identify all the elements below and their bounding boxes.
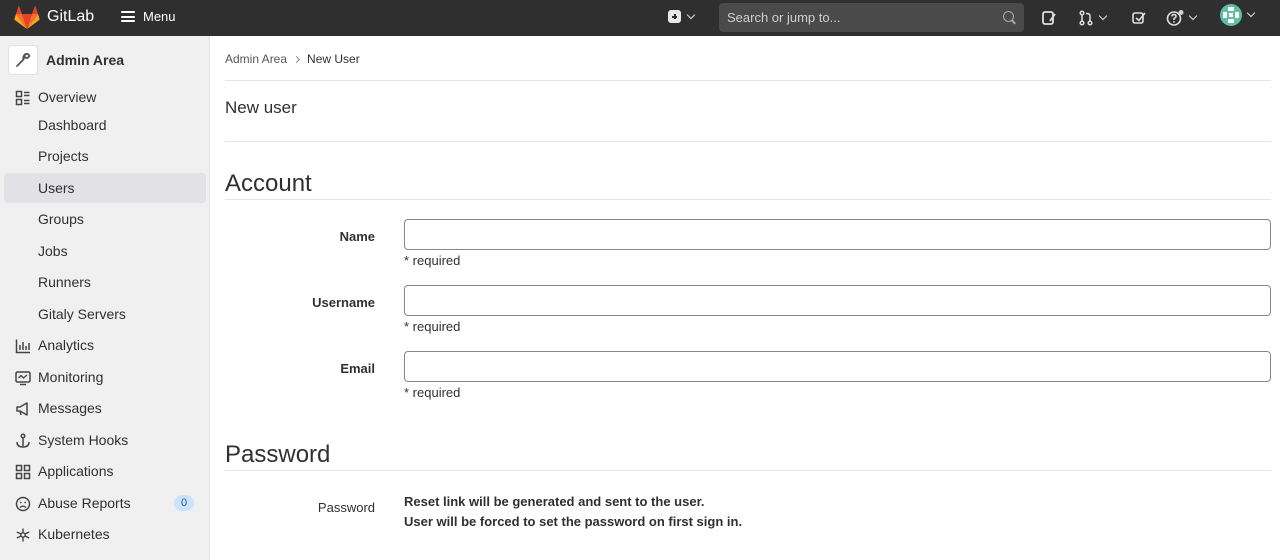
todo-checkbox-icon — [1132, 12, 1146, 24]
issues-icon — [1042, 11, 1056, 25]
username-label: Username — [312, 295, 375, 310]
sidebar-item-label: Kubernetes — [38, 526, 110, 542]
analytics-icon — [15, 339, 30, 354]
name-field[interactable] — [404, 219, 1271, 250]
messages-icon — [16, 402, 28, 416]
sidebar-item-abuse-reports[interactable]: Abuse Reports 0 — [4, 488, 206, 518]
sidebar-item-label: Users — [38, 180, 75, 196]
sidebar-item-applications[interactable]: Applications — [4, 456, 206, 486]
sidebar-item-label: Runners — [38, 274, 91, 290]
divider — [225, 199, 1271, 200]
sidebar-item-label: Messages — [38, 400, 102, 416]
sidebar-item-label: System Hooks — [38, 432, 129, 448]
hamburger-icon — [121, 11, 135, 22]
sidebar-item-label: Groups — [38, 211, 84, 227]
divider — [225, 80, 1271, 81]
email-field[interactable] — [404, 351, 1271, 382]
kubernetes-icon — [16, 528, 30, 542]
menu-label: Menu — [143, 9, 176, 24]
sidebar: Admin Area Overview Dashboard Projects U… — [0, 36, 210, 560]
sidebar-item-users[interactable]: Users — [4, 173, 206, 203]
sidebar-item-label: Monitoring — [38, 369, 104, 385]
username-field[interactable] — [404, 285, 1271, 316]
search-box — [719, 3, 1024, 32]
chevron-down-icon — [686, 10, 696, 19]
sidebar-item-label: Overview — [38, 89, 97, 105]
sidebar-item-overview[interactable]: Overview — [4, 82, 206, 112]
sidebar-item-gitaly-servers[interactable]: Gitaly Servers — [4, 299, 206, 329]
monitoring-icon — [15, 371, 31, 386]
brand-name[interactable]: GitLab — [47, 8, 94, 26]
sidebar-item-analytics[interactable]: Analytics — [4, 330, 206, 360]
name-label: Name — [339, 229, 375, 244]
count-badge: 0 — [174, 495, 194, 511]
wrench-icon — [16, 53, 31, 67]
divider — [225, 470, 1271, 471]
sidebar-item-monitoring[interactable]: Monitoring — [4, 362, 206, 392]
top-navbar: GitLab Menu — [0, 0, 1280, 36]
search-icon — [1003, 11, 1014, 22]
todos-button[interactable] — [1131, 10, 1147, 26]
sidebar-item-label: Abuse Reports — [38, 495, 131, 511]
breadcrumb-current[interactable]: New User — [307, 52, 360, 66]
email-label: Email — [340, 361, 375, 376]
sidebar-item-kubernetes[interactable]: Kubernetes — [4, 519, 206, 549]
password-info-line-2: User will be forced to set the password … — [404, 514, 743, 529]
sidebar-item-label: Applications — [38, 463, 114, 479]
password-section-title: Password — [225, 441, 331, 468]
issues-button[interactable] — [1041, 10, 1057, 26]
page-title: New user — [225, 98, 297, 117]
chevron-right-icon — [293, 55, 301, 63]
applications-icon — [15, 464, 31, 480]
help-button[interactable] — [1166, 10, 1198, 26]
sidebar-item-runners[interactable]: Runners — [4, 267, 206, 297]
sidebar-item-label: Jobs — [38, 243, 68, 259]
sidebar-item-label: Dashboard — [38, 117, 107, 133]
overview-icon — [15, 90, 30, 106]
chevron-down-icon — [1246, 8, 1256, 18]
help-icon — [1166, 10, 1184, 26]
sidebar-item-jobs[interactable]: Jobs — [4, 236, 206, 266]
chevron-down-icon — [1098, 11, 1108, 21]
sidebar-item-label: Gitaly Servers — [38, 306, 126, 322]
system-hooks-icon — [16, 433, 30, 448]
sidebar-item-label: Projects — [38, 148, 89, 164]
search-input[interactable] — [719, 3, 999, 32]
sidebar-item-messages[interactable]: Messages — [4, 393, 206, 423]
divider — [225, 141, 1271, 142]
password-label: Password — [317, 500, 375, 515]
plus-square-icon — [668, 10, 681, 23]
new-dropdown-button[interactable] — [668, 10, 696, 23]
password-info-line-1: Reset link will be generated and sent to… — [404, 494, 705, 509]
merge-request-icon — [1079, 10, 1093, 26]
sidebar-item-label: Analytics — [38, 337, 95, 353]
gitlab-logo-icon[interactable] — [14, 6, 40, 30]
username-required-hint: * required — [404, 319, 461, 334]
user-avatar — [1220, 4, 1242, 26]
email-required-hint: * required — [404, 385, 461, 400]
abuse-reports-icon — [15, 496, 31, 512]
breadcrumb: Admin Area New User — [225, 52, 360, 66]
menu-button[interactable]: Menu — [121, 9, 176, 24]
sidebar-item-dashboard[interactable]: Dashboard — [4, 110, 206, 140]
merge-requests-button[interactable] — [1078, 10, 1108, 26]
sidebar-item-system-hooks[interactable]: System Hooks — [4, 425, 206, 455]
sidebar-header[interactable]: Admin Area — [0, 36, 210, 82]
admin-area-avatar — [8, 45, 38, 75]
account-section-title: Account — [225, 170, 312, 197]
chevron-down-icon — [1188, 11, 1198, 21]
sidebar-title: Admin Area — [46, 52, 125, 68]
breadcrumb-link-admin-area[interactable]: Admin Area — [225, 52, 287, 66]
sidebar-item-projects[interactable]: Projects — [4, 141, 206, 171]
sidebar-item-groups[interactable]: Groups — [4, 204, 206, 234]
user-menu-button[interactable] — [1220, 4, 1256, 26]
name-required-hint: * required — [404, 253, 461, 268]
